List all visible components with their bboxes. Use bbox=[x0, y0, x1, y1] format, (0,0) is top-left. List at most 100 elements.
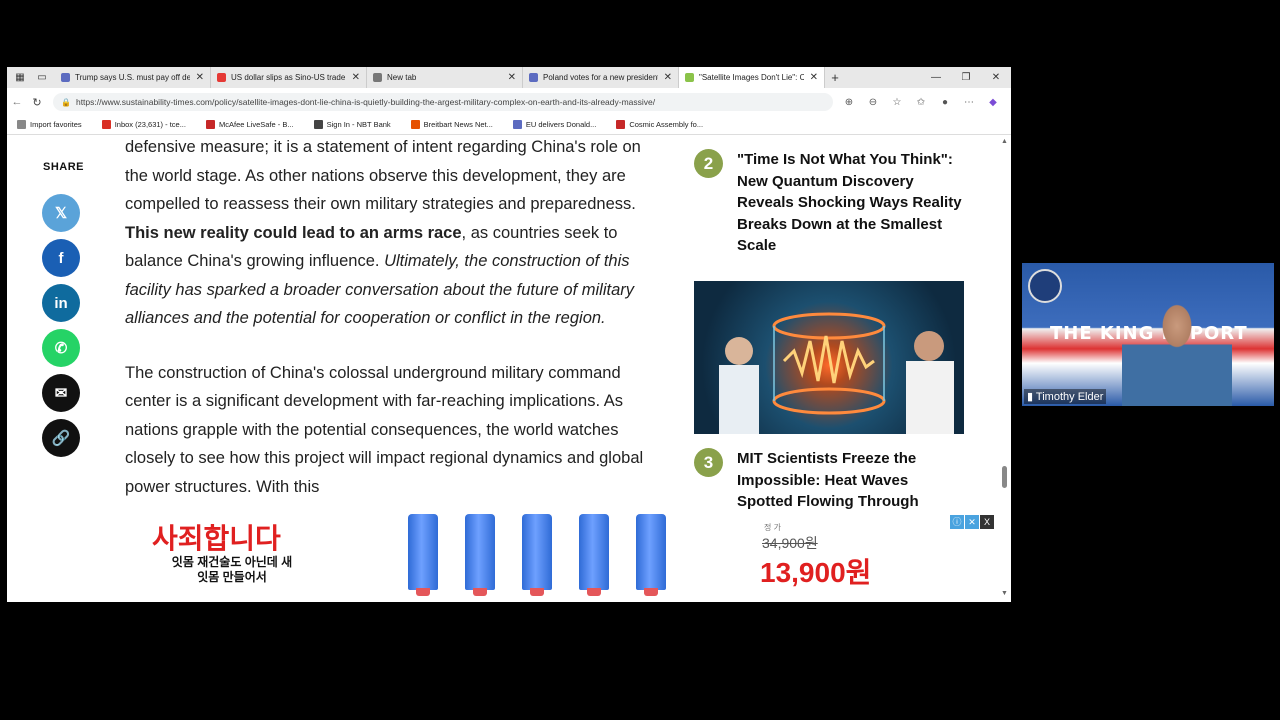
tab-close-icon[interactable]: ✕ bbox=[196, 72, 204, 83]
bookmark-label: Import favorites bbox=[30, 120, 82, 129]
window-controls: — ❐ ✕ bbox=[921, 67, 1011, 88]
ad-dismiss-icon[interactable]: X bbox=[980, 515, 994, 529]
x-share-icon: 𝕏 bbox=[54, 205, 68, 222]
toothpaste-tube bbox=[408, 514, 438, 596]
favorites-icon[interactable]: ✩ bbox=[909, 97, 933, 108]
link-share-icon: 🔗 bbox=[51, 430, 71, 447]
back-icon[interactable]: ← bbox=[7, 96, 27, 108]
browser-tab[interactable]: "Satellite Images Don't Lie": Chin ✕ bbox=[679, 67, 825, 88]
profile-avatar-icon[interactable]: ● bbox=[933, 97, 957, 108]
tab-title: Trump says U.S. must pay off deb bbox=[75, 73, 190, 82]
tab-favicon-icon bbox=[217, 73, 226, 82]
tab-close-icon[interactable]: ✕ bbox=[810, 72, 818, 83]
bookmark-favicon-icon bbox=[616, 120, 626, 129]
share-label: SHARE bbox=[43, 161, 85, 173]
article-paragraph: defensive measure; it is a statement of … bbox=[125, 138, 641, 327]
bookmark-item[interactable]: Sign In - NBT Bank bbox=[313, 120, 391, 129]
article-body: defensive measure; it is a statement of … bbox=[125, 136, 655, 527]
browser-tab[interactable]: US dollar slips as Sino-US trade ✕ bbox=[211, 67, 367, 88]
bookmark-label: McAfee LiveSafe - B... bbox=[218, 120, 294, 129]
refresh-icon[interactable]: ↻ bbox=[27, 96, 47, 109]
tab-close-icon[interactable]: ✕ bbox=[352, 72, 360, 83]
bookmark-favicon-icon bbox=[410, 120, 420, 129]
workspaces-icon[interactable]: ▦ bbox=[11, 69, 29, 87]
tab-title: US dollar slips as Sino-US trade bbox=[231, 73, 346, 82]
tracking-icon[interactable]: ⊖ bbox=[861, 97, 885, 108]
url-text: https://www.sustainability-times.com/pol… bbox=[75, 97, 656, 107]
address-bar-row: ← ↻ 🔒 https://www.sustainability-times.c… bbox=[7, 90, 1011, 114]
ad-controls: ⓘ ✕ X bbox=[949, 515, 994, 529]
scrollbar-thumb[interactable] bbox=[1002, 466, 1007, 488]
bookmark-favicon-icon bbox=[313, 120, 323, 129]
tab-close-icon[interactable]: ✕ bbox=[664, 72, 672, 83]
tab-actions-icon[interactable]: ▭ bbox=[33, 69, 51, 87]
toothpaste-tube bbox=[465, 514, 495, 596]
sidebar-article-3-title[interactable]: MIT Scientists Freeze the Impossible: He… bbox=[737, 448, 967, 513]
toothpaste-tube bbox=[579, 514, 609, 596]
tab-close-icon[interactable]: ✕ bbox=[508, 72, 516, 83]
ad-info-icon[interactable]: ⓘ bbox=[950, 515, 964, 529]
bookmark-item[interactable]: Import favorites bbox=[17, 120, 82, 129]
scroll-down-icon[interactable]: ▼ bbox=[1001, 590, 1008, 597]
copilot-icon[interactable]: ◆ bbox=[981, 97, 1005, 108]
bookmark-favicon-icon bbox=[101, 120, 111, 129]
article-paragraph: The construction of China's colossal und… bbox=[125, 363, 644, 496]
bookmark-favicon-icon bbox=[17, 120, 26, 129]
bookmark-favicon-icon bbox=[512, 120, 522, 129]
webcam-overlay: THE KING REPORT ▮ Timothy Elder bbox=[1022, 263, 1274, 406]
url-field[interactable]: 🔒 https://www.sustainability-times.com/p… bbox=[53, 93, 833, 111]
advertisement-banner[interactable]: 사죄합니다 잇몸 재건술도 아닌데 새 잇몸 만들어서 정 가 34,900원 … bbox=[7, 511, 999, 602]
browser-tab[interactable]: Trump says U.S. must pay off deb ✕ bbox=[55, 67, 211, 88]
ad-close-icon[interactable]: ✕ bbox=[965, 515, 979, 529]
bookmarks-bar: Import favorites Inbox (23,631) - tce... M… bbox=[7, 115, 1011, 135]
quantum-lab-illustration bbox=[719, 312, 954, 434]
rank-badge-2: 2 bbox=[694, 149, 723, 178]
tab-favicon-icon bbox=[529, 73, 538, 82]
sidebar-article-2-title[interactable]: "Time Is Not What You Think": New Quantu… bbox=[737, 149, 967, 257]
rank-badge-3: 3 bbox=[694, 448, 723, 477]
x-share-button[interactable]: 𝕏 bbox=[42, 194, 80, 232]
link-share-button[interactable]: 🔗 bbox=[42, 419, 80, 457]
scroll-up-icon[interactable]: ▲ bbox=[1001, 138, 1008, 145]
ad-price-label: 정 가 bbox=[764, 523, 781, 532]
ad-subtext: 잇몸 재건술도 아닌데 새 잇몸 만들어서 bbox=[171, 555, 293, 584]
sidebar-article-3-image[interactable] bbox=[694, 281, 964, 434]
minimize-icon[interactable]: — bbox=[921, 67, 951, 88]
bookmark-item[interactable]: Cosmic Assembly fo... bbox=[616, 120, 703, 129]
tab-favicon-icon bbox=[685, 73, 694, 82]
linkedin-share-button[interactable]: in bbox=[42, 284, 80, 322]
whatsapp-share-icon: ✆ bbox=[54, 340, 68, 357]
zoom-icon[interactable]: ⊕ bbox=[837, 97, 861, 108]
tab-favicon-icon bbox=[373, 73, 382, 82]
toothpaste-tube bbox=[522, 514, 552, 596]
bookmark-label: EU delivers Donald... bbox=[525, 120, 597, 129]
bookmark-item[interactable]: Inbox (23,631) - tce... bbox=[101, 120, 186, 129]
bookmark-label: Cosmic Assembly fo... bbox=[629, 120, 704, 129]
bookmark-item[interactable]: Breitbart News Net... bbox=[410, 120, 493, 129]
linkedin-share-icon: in bbox=[54, 294, 68, 312]
browser-tab[interactable]: Poland votes for a new president ✕ bbox=[523, 67, 679, 88]
tab-bar: ▦ ▭ Trump says U.S. must pay off deb ✕ US … bbox=[7, 67, 1011, 88]
new-tab-button[interactable]: + bbox=[825, 70, 845, 85]
tabs-container: Trump says U.S. must pay off deb ✕ US doll… bbox=[55, 67, 825, 88]
presenter-video bbox=[1122, 283, 1232, 406]
lock-icon[interactable]: 🔒 bbox=[61, 98, 71, 107]
browser-tab[interactable]: New tab ✕ bbox=[367, 67, 523, 88]
favorite-star-icon[interactable]: ☆ bbox=[885, 97, 909, 108]
email-share-button[interactable]: ✉ bbox=[42, 374, 80, 412]
tab-title: "Satellite Images Don't Lie": Chin bbox=[699, 73, 804, 82]
bookmark-item[interactable]: McAfee LiveSafe - B... bbox=[205, 120, 294, 129]
facebook-share-button[interactable]: f bbox=[42, 239, 80, 277]
page-scrollbar[interactable]: ▲ ▼ bbox=[999, 136, 1011, 602]
restore-icon[interactable]: ❐ bbox=[951, 67, 981, 88]
ad-headline: 사죄합니다 bbox=[152, 523, 281, 554]
toothpaste-tube bbox=[636, 514, 666, 596]
tab-favicon-icon bbox=[61, 73, 70, 82]
whatsapp-share-button[interactable]: ✆ bbox=[42, 329, 80, 367]
page-content: SHARE 𝕏f in ✆ ✉ 🔗 defensive measure; it is a… bbox=[7, 136, 1011, 602]
more-options-icon[interactable]: ⋯ bbox=[957, 97, 981, 108]
tab-title: Poland votes for a new president bbox=[543, 73, 658, 82]
close-window-icon[interactable]: ✕ bbox=[981, 67, 1011, 88]
bookmark-item[interactable]: EU delivers Donald... bbox=[512, 120, 597, 129]
signal-icon: ▮ bbox=[1027, 391, 1036, 403]
